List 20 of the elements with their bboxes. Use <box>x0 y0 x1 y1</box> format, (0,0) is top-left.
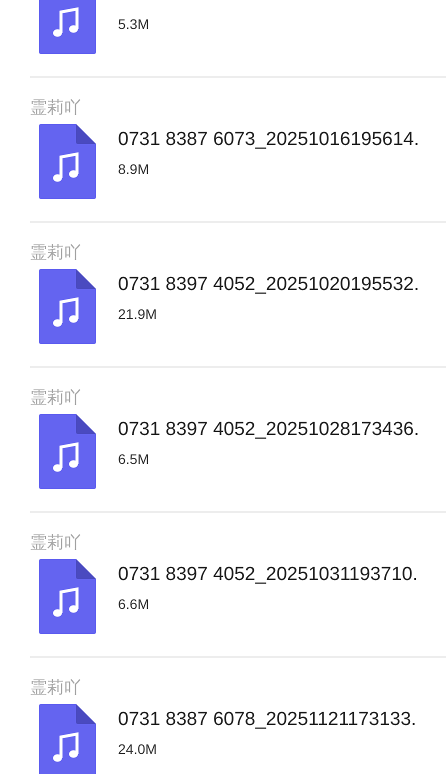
sender-name: 霊莉吖 <box>30 533 81 553</box>
sender-name: 霊莉吖 <box>30 98 81 118</box>
audio-file-icon <box>39 124 96 199</box>
file-size: 6.6M <box>118 595 150 613</box>
file-size: 8.9M <box>118 160 150 178</box>
file-size: 6.5M <box>118 450 150 468</box>
audio-file-icon <box>39 559 96 634</box>
audio-file-icon <box>39 269 96 344</box>
file-name: 0731 8387 6078_20251121173133. <box>118 708 416 732</box>
file-name: 0731 8387 6073_20251016195614. <box>118 128 420 152</box>
file-size: 24.0M <box>118 740 157 758</box>
file-name: 0731 8397 4052_20251020195532. <box>118 273 420 297</box>
sender-name: 霊莉吖 <box>30 388 81 408</box>
file-size: 5.3M <box>118 15 150 33</box>
sender-name: 霊莉吖 <box>30 243 81 263</box>
sender-name: 霊莉吖 <box>30 678 81 698</box>
file-name: 0731 8397 4052_20251031193710. <box>118 563 418 587</box>
file-name: 0731 8397 4052_20251028173436. <box>118 418 420 442</box>
file-size: 21.9M <box>118 305 157 323</box>
audio-file-icon <box>39 414 96 489</box>
